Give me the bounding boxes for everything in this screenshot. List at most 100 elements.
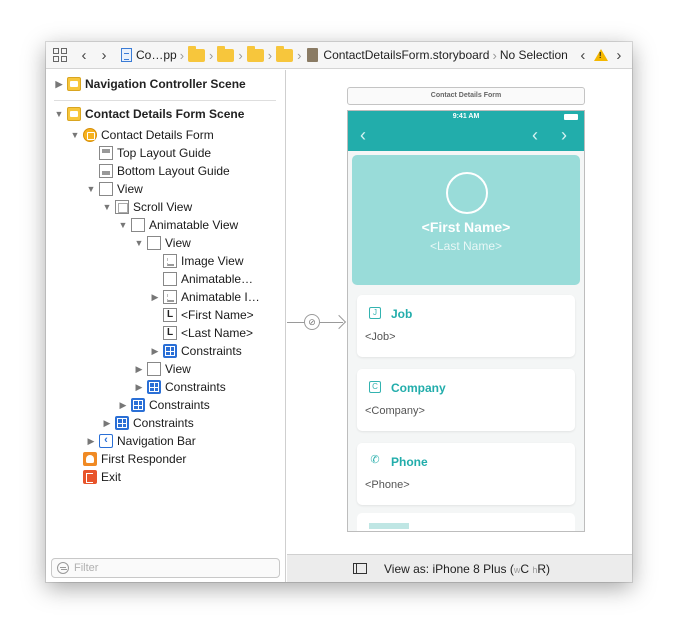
outline-item[interactable]: ▶ Image View: [150, 252, 243, 270]
disclosure-right-icon[interactable]: ▶: [134, 382, 144, 393]
size-class-h-value: R: [537, 561, 547, 576]
disclosure-right-icon[interactable]: ▶: [86, 436, 96, 447]
outline-item-label: View: [165, 362, 191, 376]
scene-label: Navigation Controller Scene: [85, 77, 246, 91]
outline-item[interactable]: ▶ Constraints: [118, 396, 210, 414]
first-name-label[interactable]: <First Name>: [352, 219, 580, 235]
navigation-bar[interactable]: 9:41 AM ‹ ‹ ›: [348, 111, 584, 151]
disclosure-down-icon[interactable]: ▼: [102, 202, 112, 212]
outline-item[interactable]: ▶ ‹ Navigation Bar: [86, 432, 196, 450]
back-chevron-icon[interactable]: ‹: [77, 47, 91, 64]
header-view[interactable]: <First Name> <Last Name>: [352, 155, 580, 285]
phone-card[interactable]: ✆ Phone <Phone>: [357, 443, 575, 505]
navigation-bar-icon: ‹: [99, 434, 113, 448]
outline-item-label: Constraints: [181, 344, 242, 358]
scene-contact-details-form[interactable]: ▼ Contact Details Form Scene: [54, 103, 244, 125]
disclosure-down-icon[interactable]: ▼: [134, 238, 144, 248]
view-as-button[interactable]: View as: iPhone 8 Plus (wC hR): [384, 562, 550, 576]
outline-item[interactable]: ▼ View: [134, 234, 191, 252]
company-value: <Company>: [365, 405, 425, 417]
view-icon: [99, 182, 113, 196]
forward-chevron-icon[interactable]: ›: [97, 47, 111, 64]
view-icon: [163, 272, 177, 286]
disclosure-down-icon[interactable]: ▼: [86, 184, 96, 194]
avatar[interactable]: [446, 172, 488, 214]
scene-icon: [67, 107, 81, 121]
previous-issue-icon[interactable]: ‹: [576, 47, 590, 64]
outline-item[interactable]: ▶ Constraints: [150, 342, 242, 360]
view-controller-icon: [83, 128, 97, 142]
outline-item[interactable]: ▼ View: [86, 180, 143, 198]
disclosure-right-icon[interactable]: ▶: [150, 292, 160, 303]
label-icon: L: [163, 326, 177, 340]
outline-item[interactable]: ▶ Constraints: [102, 414, 194, 432]
next-chevron-icon[interactable]: ›: [561, 125, 567, 146]
scene-label: Contact Details Form Scene: [85, 107, 245, 121]
job-card[interactable]: J Job <Job>: [357, 295, 575, 357]
outline-item[interactable]: ▼ Contact Details Form: [70, 126, 214, 144]
outline-item[interactable]: ▶ Top Layout Guide: [86, 144, 211, 162]
outline-item[interactable]: ▶ L <First Name>: [150, 306, 254, 324]
disclosure-down-icon[interactable]: ▼: [70, 130, 80, 140]
segue-icon[interactable]: ⊘: [304, 314, 320, 330]
outline-item[interactable]: ▶ L <Last Name>: [150, 324, 253, 342]
job-title: Job: [391, 307, 413, 321]
outline-item-label: Animatable…: [181, 272, 254, 286]
storyboard-file-icon: [307, 48, 319, 62]
folder-icon[interactable]: [188, 45, 206, 62]
bottom-bar: View as: iPhone 8 Plus (wC hR): [287, 554, 632, 582]
last-name-label[interactable]: <Last Name>: [352, 239, 580, 253]
outline-item[interactable]: ▶ Animatable…: [150, 270, 253, 288]
chevron-right-icon: ›: [267, 47, 273, 63]
size-class-w-value: C: [520, 561, 533, 576]
disclosure-right-icon[interactable]: ▶: [102, 418, 112, 429]
outline-item-label: Animatable View: [149, 218, 239, 232]
xcode-window: ‹ › Co…pp › › › › › ContactDetailsForm.s…: [46, 42, 632, 582]
disclosure-right-icon[interactable]: ▶: [54, 79, 64, 90]
folder-icon[interactable]: [217, 45, 235, 62]
constraints-icon: [115, 416, 129, 430]
outline-item[interactable]: ▶ First Responder: [70, 450, 186, 468]
chevron-right-icon: ›: [238, 47, 243, 63]
disclosure-right-icon[interactable]: ▶: [118, 400, 128, 411]
image-view-icon: [163, 290, 177, 304]
document-outline-toggle-icon[interactable]: [353, 563, 367, 574]
jumpbar-file[interactable]: ContactDetailsForm.storyboard: [323, 48, 489, 62]
outline-item[interactable]: ▶ View: [134, 360, 191, 378]
outline-item[interactable]: ▶ Animatable I…: [150, 288, 260, 306]
jumpbar-selection[interactable]: No Selection: [500, 48, 568, 62]
outline-item[interactable]: ▼ Scroll View: [102, 198, 192, 216]
status-time: 9:41 AM: [452, 113, 480, 120]
warning-icon[interactable]: !: [593, 49, 608, 61]
battery-icon: [564, 114, 578, 120]
filter-icon: [57, 562, 69, 574]
disclosure-right-icon[interactable]: ▶: [150, 346, 160, 357]
outline-item[interactable]: ▶ Constraints: [134, 378, 226, 396]
jumpbar-project[interactable]: Co…pp: [136, 48, 177, 62]
scene-navigation-controller[interactable]: ▶ Navigation Controller Scene: [54, 73, 246, 95]
next-issue-icon[interactable]: ›: [612, 47, 626, 64]
notes-card[interactable]: [357, 513, 575, 531]
scene-title-bar[interactable]: Contact Details Form: [347, 87, 585, 105]
folder-icon[interactable]: [246, 45, 264, 62]
filter-field[interactable]: Filter: [51, 558, 280, 578]
disclosure-down-icon[interactable]: ▼: [118, 220, 128, 230]
disclosure-right-icon[interactable]: ▶: [134, 364, 144, 375]
storyboard-canvas[interactable]: ⊘ Contact Details Form 9:41 AM ‹ ‹ › <Fi…: [287, 70, 632, 582]
phone-icon: ✆: [370, 454, 380, 466]
scene-preview[interactable]: 9:41 AM ‹ ‹ › <First Name> <Last Name> J…: [347, 110, 585, 532]
outline-item[interactable]: ▶ Bottom Layout Guide: [86, 162, 230, 180]
related-items-icon[interactable]: [53, 48, 67, 62]
disclosure-down-icon[interactable]: ▼: [54, 109, 64, 119]
constraints-icon: [131, 398, 145, 412]
document-outline: ▶ Navigation Controller Scene ▼ Contact …: [46, 70, 286, 582]
folder-icon[interactable]: [276, 45, 294, 62]
outline-item[interactable]: ▼ Animatable View: [118, 216, 238, 234]
back-chevron-icon[interactable]: ‹: [360, 125, 366, 146]
company-card[interactable]: C Company <Company>: [357, 369, 575, 431]
outline-item[interactable]: ▶ Exit: [70, 468, 121, 486]
previous-chevron-icon[interactable]: ‹: [532, 125, 538, 146]
company-icon: C: [369, 381, 381, 393]
outline-item-label: Constraints: [149, 398, 210, 412]
segue-arrow-icon: [331, 314, 347, 330]
